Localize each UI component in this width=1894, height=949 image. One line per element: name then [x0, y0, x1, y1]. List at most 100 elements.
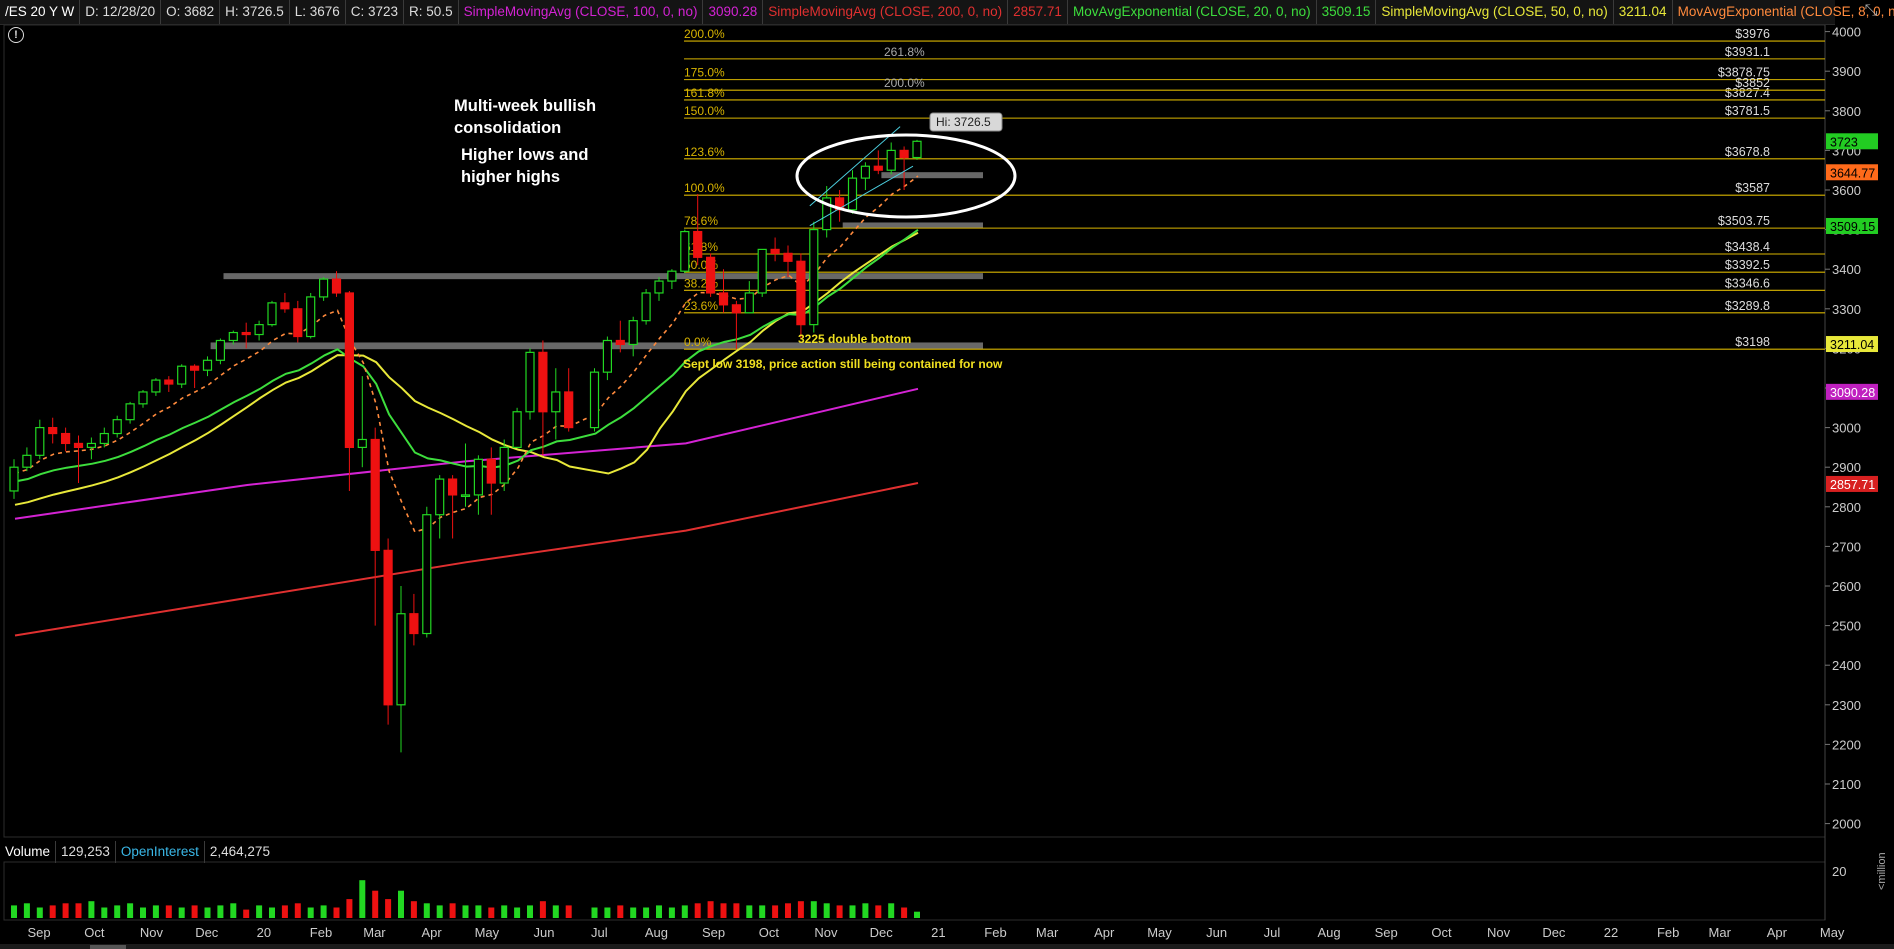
price-bubble-label: 3090.28	[1830, 386, 1875, 400]
candle-body	[331, 278, 342, 294]
x-tick-label: Apr	[1767, 925, 1788, 940]
scrollbar-thumb[interactable]	[90, 945, 126, 949]
x-tick-label: Dec	[195, 925, 219, 940]
study-label[interactable]: SimpleMovingAvg (CLOSE, 200, 0, no)	[763, 0, 1009, 24]
candle-body	[693, 230, 703, 258]
volume-bar	[307, 907, 314, 918]
volume-bar	[204, 907, 211, 918]
price-bubble-label: 3723	[1830, 135, 1858, 149]
candle-body	[667, 270, 677, 282]
y-tick-label: 2300	[1832, 698, 1861, 713]
volume-bar	[656, 905, 662, 918]
low-readout: L: 3676	[290, 0, 346, 24]
x-tick-label: Sep	[702, 925, 725, 940]
volume-bar	[320, 905, 327, 918]
x-tick-label: Sep	[1375, 925, 1398, 940]
candle-body	[35, 427, 45, 456]
fib-price-label: $3781.5	[1725, 104, 1770, 118]
annotation-text: higher highs	[461, 168, 560, 186]
x-tick-label: Mar	[363, 925, 386, 940]
date-readout: D: 12/28/20	[80, 0, 162, 24]
candle-body	[409, 613, 419, 635]
candle-body	[680, 230, 690, 272]
candle-body	[73, 442, 84, 449]
candle-body	[718, 292, 729, 306]
volume-bar	[36, 907, 43, 918]
openinterest-label[interactable]: OpenInterest	[116, 841, 205, 863]
volume-bar	[449, 903, 456, 918]
candle-body	[705, 256, 716, 294]
volume-bar	[681, 905, 688, 918]
info-icon[interactable]: !	[8, 27, 24, 43]
y-tick-label: 3900	[1832, 64, 1861, 79]
price-bubble-label: 2857.71	[1830, 478, 1875, 492]
volume-bar	[475, 905, 482, 918]
trading-chart-window: 2000 2100 2200 2300 2400 2500 2600 2700 2800 2900…	[0, 0, 1894, 949]
annotation-text: Multi-week bullish	[454, 97, 596, 115]
volume-bar	[346, 899, 353, 918]
candle-body	[538, 351, 548, 413]
volume-bar	[488, 907, 495, 918]
symbol-label[interactable]: /ES 20 Y W	[0, 0, 81, 24]
volume-bar	[746, 905, 753, 918]
candle-body	[422, 514, 432, 635]
candle-body	[319, 278, 329, 298]
y-tick-label: 2200	[1832, 737, 1861, 752]
price-chart[interactable]: 2000 2100 2200 2300 2400 2500 2600 2700 2800 2900…	[0, 0, 1894, 949]
y-tick-label: 3000	[1832, 421, 1861, 436]
study-label[interactable]: SimpleMovingAvg (CLOSE, 50, 0, no)	[1376, 0, 1614, 24]
volume-bar	[269, 907, 275, 918]
study-label[interactable]: SimpleMovingAvg (CLOSE, 100, 0, no)	[459, 0, 704, 24]
fib-price-label: $3289.8	[1725, 299, 1770, 313]
x-tick-label: Jul	[591, 925, 608, 940]
x-tick-label: Dec	[1542, 925, 1566, 940]
x-tick-label: Aug	[1317, 925, 1340, 940]
candle-body	[190, 365, 200, 371]
candle-body	[22, 454, 32, 468]
volume-bar	[436, 905, 443, 918]
fib-price-label: $3438.4	[1725, 240, 1770, 254]
x-tick-label: May	[1147, 925, 1172, 940]
volume-bar	[462, 905, 469, 918]
candle-body	[448, 478, 458, 496]
x-tick-label: Nov	[814, 925, 838, 940]
candle-body	[396, 613, 406, 706]
y-tick-label: 3400	[1832, 262, 1861, 277]
volume-bar	[514, 907, 521, 918]
price-bubble-label: 3644.77	[1830, 166, 1875, 180]
horizontal-scrollbar[interactable]	[0, 944, 1894, 949]
fib-percent-label: 150.0%	[684, 104, 725, 118]
y-tick-label: 4000	[1832, 25, 1861, 40]
study-value: 3211.04	[1614, 0, 1673, 24]
expand-icon[interactable]: ⤡	[1856, 2, 1886, 24]
x-tick-label: Jul	[1264, 925, 1281, 940]
candle-body	[589, 371, 600, 429]
x-tick-label: Nov	[140, 925, 164, 940]
support-zone	[223, 273, 983, 280]
volume-bar	[759, 905, 766, 918]
candle-body	[151, 379, 161, 393]
volume-bar	[668, 907, 675, 918]
candle-body	[770, 248, 780, 254]
volume-bar	[75, 903, 82, 918]
volume-bar	[256, 905, 263, 918]
y-tick-label: 2000	[1832, 817, 1861, 832]
x-tick-label: Feb	[310, 925, 332, 940]
fib-percent-label: 100.0%	[684, 181, 725, 195]
study-label[interactable]: MovAvgExponential (CLOSE, 20, 0, no)	[1068, 0, 1317, 24]
volume-bar	[372, 890, 379, 918]
volume-bar	[230, 903, 237, 918]
x-tick-label: May	[475, 925, 500, 940]
annotation-text: Sept low 3198, price action still being …	[683, 357, 1003, 371]
fib-price-label: $3976	[1735, 27, 1770, 41]
candle-body	[293, 308, 303, 338]
volume-label[interactable]: Volume	[0, 841, 57, 863]
y-tick-label: 2800	[1832, 500, 1861, 515]
ema8-line	[14, 175, 919, 533]
volume-bar	[875, 905, 882, 918]
candle-body	[525, 351, 535, 413]
candle-body	[796, 260, 806, 326]
candle-body	[783, 252, 793, 262]
hi-label-text: Hi: 3726.5	[936, 115, 991, 129]
fib-price-label: $3678.8	[1725, 145, 1770, 159]
